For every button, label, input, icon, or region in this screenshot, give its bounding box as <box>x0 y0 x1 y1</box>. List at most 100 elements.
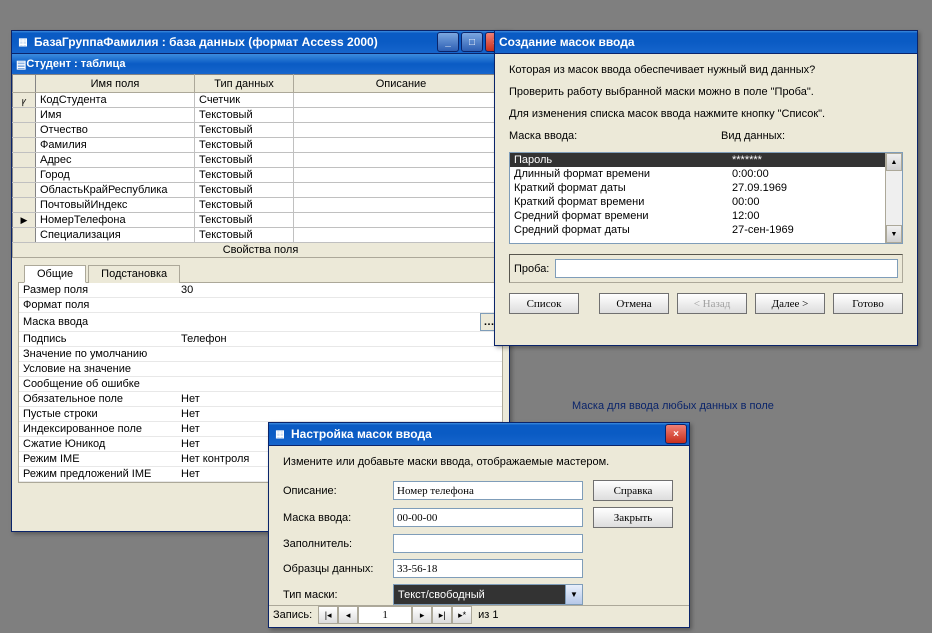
nav-last-icon[interactable]: ▸| <box>432 606 452 624</box>
field-row[interactable]: ОбластьКрайРеспубликаТекстовый <box>13 183 509 198</box>
field-row[interactable]: СпециализацияТекстовый <box>13 228 509 243</box>
close2-button[interactable]: Закрыть <box>593 507 673 528</box>
field-type[interactable]: Текстовый <box>195 108 294 123</box>
field-name[interactable]: Отчество <box>36 123 195 138</box>
nav-next-icon[interactable]: ▸ <box>412 606 432 624</box>
list-button[interactable]: Список <box>509 293 579 314</box>
mask-list-row[interactable]: Длинный формат времени0:00:00 <box>510 167 885 181</box>
mask-list-row[interactable]: Краткий формат времени00:00 <box>510 195 885 209</box>
field-name[interactable]: ОбластьКрайРеспублика <box>36 183 195 198</box>
rec-pos-input[interactable] <box>358 606 412 624</box>
scroll-up-icon[interactable]: ▲ <box>886 153 902 171</box>
prop-row[interactable]: Значение по умолчанию <box>19 347 502 362</box>
scroll-down-icon[interactable]: ▼ <box>886 225 902 243</box>
field-name[interactable]: Адрес <box>36 153 195 168</box>
field-desc[interactable] <box>294 213 509 228</box>
prop-row[interactable]: Маска ввода… <box>19 313 502 332</box>
input-fill[interactable] <box>393 534 583 553</box>
prop-row[interactable]: Обязательное полеНет <box>19 392 502 407</box>
field-desc[interactable] <box>294 153 509 168</box>
mask-list[interactable]: Пароль*******Длинный формат времени0:00:… <box>509 152 903 244</box>
field-grid[interactable]: Имя поля Тип данных Описание ꝩКодСтудент… <box>12 74 509 243</box>
try-input[interactable] <box>555 259 898 278</box>
nav-new-icon[interactable]: ▸* <box>452 606 472 624</box>
field-type[interactable]: Текстовый <box>195 153 294 168</box>
prop-row[interactable]: Формат поля <box>19 298 502 313</box>
field-desc[interactable] <box>294 123 509 138</box>
mask-list-row[interactable]: Средний формат времени12:00 <box>510 209 885 223</box>
field-type[interactable]: Текстовый <box>195 213 294 228</box>
db-titlebar[interactable]: ▦ БазаГруппаФамилия : база данных (форма… <box>12 31 509 54</box>
col-type[interactable]: Тип данных <box>195 75 294 93</box>
close-button[interactable]: × <box>665 424 687 444</box>
mask-list-row[interactable]: Краткий формат даты27.09.1969 <box>510 181 885 195</box>
prop-value[interactable] <box>177 377 502 392</box>
field-row[interactable]: ФамилияТекстовый <box>13 138 509 153</box>
custom-titlebar[interactable]: ▦ Настройка масок ввода × <box>269 423 689 446</box>
field-row[interactable]: ОтчествоТекстовый <box>13 123 509 138</box>
list-scrollbar[interactable]: ▲ ▼ <box>885 153 902 243</box>
field-desc[interactable] <box>294 183 509 198</box>
field-desc[interactable] <box>294 138 509 153</box>
tab-general[interactable]: Общие <box>24 265 86 283</box>
finish-button[interactable]: Готово <box>833 293 903 314</box>
prop-value[interactable] <box>177 347 502 362</box>
wizard-titlebar[interactable]: Создание масок ввода <box>495 31 917 54</box>
prop-value[interactable]: Нет <box>177 392 502 407</box>
prop-value[interactable] <box>177 298 502 313</box>
field-desc[interactable] <box>294 93 509 108</box>
field-name[interactable]: КодСтудента <box>36 93 195 108</box>
field-type[interactable]: Текстовый <box>195 228 294 243</box>
cancel-button[interactable]: Отмена <box>599 293 669 314</box>
field-type[interactable]: Текстовый <box>195 138 294 153</box>
field-row[interactable]: ▶НомерТелефонаТекстовый <box>13 213 509 228</box>
prop-value[interactable]: Нет <box>177 407 502 422</box>
field-type[interactable]: Счетчик <box>195 93 294 108</box>
prop-value[interactable]: 30 <box>177 283 502 298</box>
prop-row[interactable]: Пустые строкиНет <box>19 407 502 422</box>
col-desc[interactable]: Описание <box>294 75 509 93</box>
prop-value[interactable]: Телефон <box>177 332 502 347</box>
nav-first-icon[interactable]: |◂ <box>318 606 338 624</box>
mask-list-row[interactable]: Средний формат даты27-сен-1969 <box>510 223 885 237</box>
field-name[interactable]: ПочтовыйИндекс <box>36 198 195 213</box>
field-row[interactable]: АдресТекстовый <box>13 153 509 168</box>
prop-row[interactable]: Условие на значение <box>19 362 502 377</box>
input-desc[interactable] <box>393 481 583 500</box>
input-sample[interactable] <box>393 559 583 578</box>
field-row[interactable]: ГородТекстовый <box>13 168 509 183</box>
prop-value[interactable]: … <box>177 313 502 332</box>
table-titlebar[interactable]: ▤ Студент : таблица <box>12 54 509 74</box>
combo-type[interactable]: Текст/свободный ▼ <box>393 584 583 605</box>
field-desc[interactable] <box>294 108 509 123</box>
field-name[interactable]: НомерТелефона <box>36 213 195 228</box>
mask-list-row[interactable]: Пароль******* <box>510 153 885 167</box>
field-type[interactable]: Текстовый <box>195 198 294 213</box>
nav-prev-icon[interactable]: ◂ <box>338 606 358 624</box>
field-desc[interactable] <box>294 168 509 183</box>
field-desc[interactable] <box>294 228 509 243</box>
field-type[interactable]: Текстовый <box>195 123 294 138</box>
field-row[interactable]: ꝩКодСтудентаСчетчик <box>13 93 509 108</box>
maximize-button[interactable]: □ <box>461 32 483 52</box>
minimize-button[interactable]: _ <box>437 32 459 52</box>
field-row[interactable]: ИмяТекстовый <box>13 108 509 123</box>
prop-value[interactable] <box>177 362 502 377</box>
field-name[interactable]: Город <box>36 168 195 183</box>
col-name[interactable]: Имя поля <box>36 75 195 93</box>
input-mask[interactable] <box>393 508 583 527</box>
tab-lookup[interactable]: Подстановка <box>88 265 180 283</box>
field-name[interactable]: Фамилия <box>36 138 195 153</box>
next-button[interactable]: Далее > <box>755 293 825 314</box>
field-name[interactable]: Специализация <box>36 228 195 243</box>
field-type[interactable]: Текстовый <box>195 168 294 183</box>
prop-row[interactable]: Сообщение об ошибке <box>19 377 502 392</box>
field-type[interactable]: Текстовый <box>195 183 294 198</box>
chevron-down-icon[interactable]: ▼ <box>565 585 582 604</box>
field-row[interactable]: ПочтовыйИндексТекстовый <box>13 198 509 213</box>
field-name[interactable]: Имя <box>36 108 195 123</box>
prop-row[interactable]: Размер поля30 <box>19 283 502 298</box>
help-button[interactable]: Справка <box>593 480 673 501</box>
field-desc[interactable] <box>294 198 509 213</box>
prop-row[interactable]: ПодписьТелефон <box>19 332 502 347</box>
